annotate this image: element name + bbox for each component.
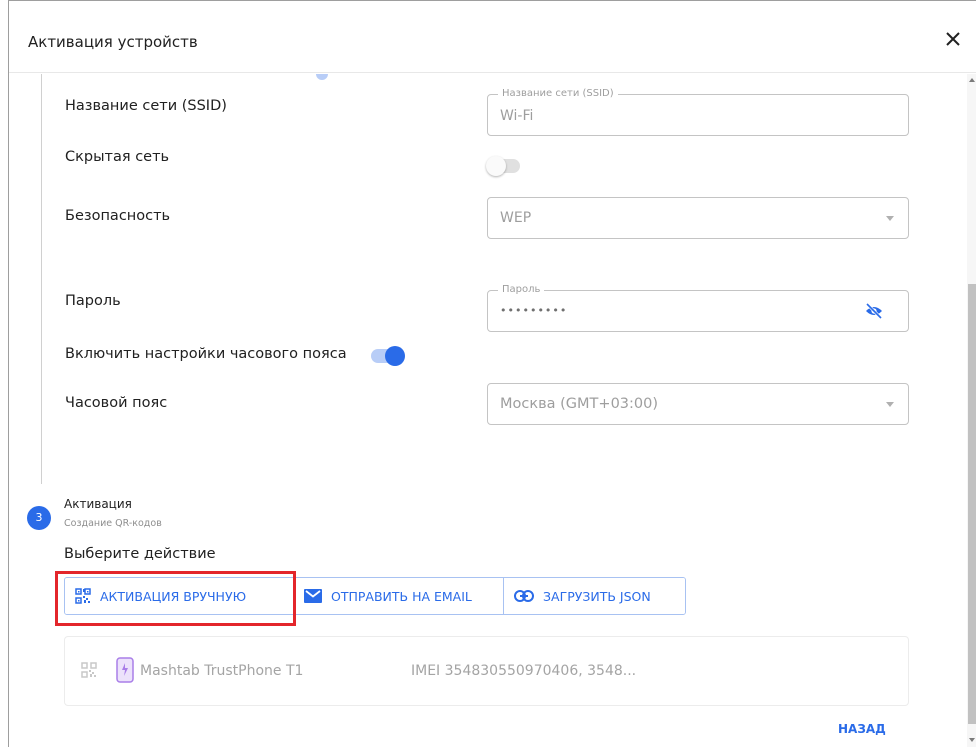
back-button[interactable]: НАЗАД [838, 722, 886, 736]
send-email-button[interactable]: ОТПРАВИТЬ НА EMAIL [293, 578, 503, 614]
vertical-scrollbar[interactable] [967, 74, 976, 747]
step-number-badge: 3 [27, 506, 51, 530]
ssid-label: Название сети (SSID) [65, 98, 227, 114]
dialog-header: Активация устройств [9, 1, 976, 73]
choose-action-label: Выберите действие [64, 546, 216, 562]
ssid-field[interactable]: Название сети (SSID) Wi-Fi [487, 88, 909, 136]
security-select-value: WEP [500, 210, 532, 226]
hidden-network-toggle[interactable] [486, 156, 522, 176]
device-name: Mashtab TrustPhone T1 [140, 663, 304, 679]
device-imei: IMEI 354830550970406, 3548... [411, 663, 637, 679]
timezone-label: Часовой пояс [65, 395, 168, 411]
upload-json-button[interactable]: ЗАГРУЗИТЬ JSON [503, 578, 685, 614]
qr-code-icon[interactable] [81, 662, 97, 682]
highlight-frame [55, 571, 296, 626]
scroll-down-arrow-icon[interactable] [969, 738, 975, 742]
close-icon[interactable] [942, 28, 964, 50]
eye-off-icon[interactable] [865, 302, 883, 323]
dialog-content: Название сети (SSID) Название сети (SSID… [9, 74, 966, 747]
activation-dialog: Активация устройств Название сети (SSID)… [8, 0, 976, 747]
email-icon [304, 589, 322, 603]
timezone-select-value: Москва (GMT+03:00) [500, 396, 659, 412]
upload-json-label: ЗАГРУЗИТЬ JSON [543, 588, 651, 604]
link-icon [514, 590, 534, 602]
timezone-toggle-label: Включить настройки часового пояса [65, 346, 347, 362]
stepper-connector [41, 74, 42, 484]
security-label: Безопасность [65, 208, 171, 224]
dialog-title: Активация устройств [28, 33, 198, 51]
timezone-toggle[interactable] [369, 346, 405, 366]
scrollbar-thumb[interactable] [968, 284, 976, 724]
password-field-value: ••••••••• [500, 304, 568, 317]
password-field[interactable]: Пароль ••••••••• [487, 284, 909, 332]
password-field-legend: Пароль [498, 284, 545, 295]
chevron-down-icon [886, 402, 894, 407]
ssid-field-legend: Название сети (SSID) [498, 88, 618, 99]
ssid-field-value: Wi-Fi [500, 108, 534, 124]
hidden-network-label: Скрытая сеть [65, 149, 170, 165]
device-list-item[interactable]: Mashtab TrustPhone T1 IMEI 3548305509704… [64, 636, 909, 706]
chevron-down-icon [886, 216, 894, 221]
step-title: Активация [64, 497, 132, 511]
step-indicator-dot [316, 74, 328, 80]
smartphone-icon [116, 657, 134, 687]
scroll-up-arrow-icon[interactable] [969, 78, 975, 82]
password-label: Пароль [65, 293, 121, 309]
timezone-select[interactable]: Москва (GMT+03:00) [487, 383, 909, 425]
step-subtitle: Создание QR-кодов [64, 518, 162, 529]
security-select[interactable]: WEP [487, 197, 909, 239]
send-email-label: ОТПРАВИТЬ НА EMAIL [331, 588, 472, 604]
